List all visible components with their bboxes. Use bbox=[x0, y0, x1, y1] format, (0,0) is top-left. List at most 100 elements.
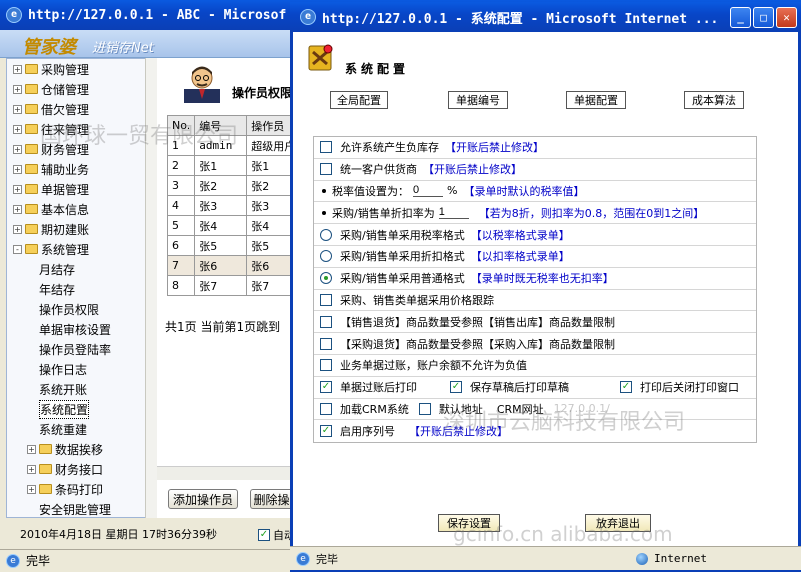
save-settings-button[interactable]: 保存设置 bbox=[438, 514, 500, 532]
expand-icon[interactable]: + bbox=[13, 124, 22, 134]
table-row[interactable]: 1 admin 超级用户 bbox=[166, 135, 301, 156]
expand-icon[interactable]: + bbox=[27, 484, 36, 494]
tab-bill-config[interactable]: 单据配置 bbox=[566, 91, 626, 109]
nav-item[interactable]: 操作员登陆率 bbox=[39, 339, 111, 359]
nav-item[interactable]: 操作员权限 bbox=[39, 299, 99, 319]
option-row[interactable]: 统一客户供货商 【开账后禁止修改】 bbox=[314, 159, 756, 181]
nav-item[interactable]: 系统重建 bbox=[39, 419, 87, 439]
radio-icon[interactable] bbox=[320, 228, 332, 241]
system-config-icon bbox=[308, 44, 333, 71]
option-row[interactable]: 允许系统产生负库存 【开账后禁止修改】 bbox=[314, 137, 756, 159]
nav-item[interactable]: + 期初建账 bbox=[13, 219, 89, 239]
table-cell: 张1 bbox=[194, 155, 248, 176]
nav-item[interactable]: 单据审核设置 bbox=[39, 319, 111, 339]
checkbox-icon[interactable]: ✓ bbox=[620, 381, 632, 394]
tab-bill-number[interactable]: 单据编号 bbox=[448, 91, 508, 109]
default-address-label: 默认地址 bbox=[438, 402, 483, 416]
popup-status-text: 完毕 bbox=[316, 552, 338, 566]
table-row[interactable]: 6 张5 张5 bbox=[166, 235, 301, 256]
add-operator-button[interactable]: 添加操作员 bbox=[168, 489, 238, 509]
delete-operator-button[interactable]: 删除操 bbox=[250, 489, 292, 509]
expand-icon[interactable]: + bbox=[13, 184, 22, 194]
checkbox-icon[interactable] bbox=[320, 402, 332, 415]
checkbox-icon[interactable]: ✓ bbox=[450, 381, 462, 394]
nav-item[interactable]: + 条码打印 bbox=[27, 479, 103, 499]
expand-icon[interactable]: + bbox=[27, 464, 36, 474]
checkbox-icon[interactable] bbox=[320, 293, 332, 306]
nav-item[interactable]: + 往来管理 bbox=[13, 119, 89, 139]
nav-item[interactable]: - 系统管理 bbox=[13, 239, 89, 259]
option-row[interactable]: 采购/销售单采用税率格式 【以税率格式录单】 bbox=[314, 224, 756, 246]
checkbox-icon[interactable]: ✓ bbox=[320, 425, 332, 438]
serial-row[interactable]: ✓ 启用序列号 【开账后禁止修改】 bbox=[314, 420, 756, 442]
radio-icon[interactable] bbox=[320, 250, 332, 263]
crm-row[interactable]: 加载CRM系统 默认地址 CRM网址 127.0.0.1/ bbox=[314, 399, 756, 421]
option-row[interactable]: 【采购退货】商品数量受参照【采购入库】商品数量限制 bbox=[314, 333, 756, 355]
option-value-input[interactable] bbox=[438, 206, 469, 220]
nav-item[interactable]: + 单据管理 bbox=[13, 179, 89, 199]
option-row[interactable]: 采购/销售单采用折扣格式 【以扣率格式录单】 bbox=[314, 246, 756, 268]
expand-icon[interactable]: - bbox=[13, 244, 22, 254]
serial-hint: 【开账后禁止修改】 bbox=[409, 425, 508, 439]
checkbox-icon[interactable] bbox=[418, 402, 431, 415]
cancel-exit-button[interactable]: 放弃退出 bbox=[585, 514, 651, 532]
expand-icon[interactable]: + bbox=[13, 84, 22, 94]
nav-item[interactable]: + 数据挨移 bbox=[27, 439, 103, 459]
table-row[interactable]: 2 张1 张1 bbox=[166, 155, 301, 176]
table-row[interactable]: 7 张6 张6 bbox=[166, 255, 301, 276]
expand-icon[interactable]: + bbox=[13, 204, 22, 214]
option-row[interactable]: 【销售退货】商品数量受参照【销售出库】商品数量限制 bbox=[314, 311, 756, 334]
nav-item[interactable]: + 财务接口 bbox=[27, 459, 103, 479]
checkbox-icon[interactable] bbox=[320, 163, 332, 176]
nav-item[interactable]: + 采购管理 bbox=[13, 59, 89, 79]
maximize-button[interactable]: □ bbox=[753, 7, 774, 28]
nav-item[interactable]: 系统开账 bbox=[39, 379, 87, 399]
expand-icon[interactable]: + bbox=[13, 144, 22, 154]
nav-item[interactable]: 安全钥匙管理 bbox=[39, 499, 111, 517]
option-row[interactable]: 采购/销售单折扣率为 【若为8折，则扣率为0.8，范围在0到1之间】 bbox=[314, 202, 756, 225]
nav-item[interactable]: 月结存 bbox=[39, 259, 75, 279]
nav-item[interactable]: + 基本信息 bbox=[13, 199, 89, 219]
checkbox-icon[interactable]: ✓ bbox=[320, 381, 332, 394]
crm-url-value[interactable]: 127.0.0.1/ bbox=[554, 402, 610, 415]
print-option[interactable]: ✓ 单据过账后打印 bbox=[320, 379, 417, 395]
nav-item[interactable]: + 辅助业务 bbox=[13, 159, 89, 179]
option-row[interactable]: 业务单据过账，账户余额不允许为负值 bbox=[314, 355, 756, 377]
tab-cost-algorithm[interactable]: 成本算法 bbox=[684, 91, 744, 109]
close-button[interactable]: ✕ bbox=[776, 7, 797, 28]
option-value-input[interactable] bbox=[413, 184, 443, 198]
nav-item[interactable]: 系统配置 bbox=[39, 399, 90, 419]
print-option[interactable]: ✓ 打印后关闭打印窗口 bbox=[620, 379, 739, 395]
expand-icon[interactable]: + bbox=[13, 224, 22, 234]
nav-item[interactable]: 操作日志 bbox=[39, 359, 87, 379]
expand-icon[interactable]: + bbox=[13, 164, 22, 174]
table-row[interactable]: 5 张4 张4 bbox=[166, 215, 301, 236]
option-row[interactable]: 税率值设置为：% 【录单时默认的税率值】 bbox=[314, 181, 756, 203]
option-row[interactable]: 采购、销售类单据采用价格跟踪 bbox=[314, 290, 756, 312]
default-address-option[interactable]: 默认地址 bbox=[418, 401, 483, 417]
expand-icon[interactable]: + bbox=[13, 64, 22, 74]
popup-title-bar[interactable]: e http://127.0.0.1 - 系统配置 - Microsoft In… bbox=[290, 2, 801, 32]
tab-global-config[interactable]: 全局配置 bbox=[330, 91, 388, 109]
expand-icon[interactable]: + bbox=[13, 104, 22, 114]
checkbox-icon[interactable] bbox=[320, 141, 332, 154]
nav-item[interactable]: + 财务管理 bbox=[13, 139, 89, 159]
expand-icon[interactable]: + bbox=[27, 444, 36, 454]
checkbox-icon[interactable] bbox=[320, 359, 332, 372]
table-row[interactable]: 4 张3 张3 bbox=[166, 195, 301, 216]
nav-item[interactable]: 年结存 bbox=[39, 279, 75, 299]
minimize-button[interactable]: _ bbox=[730, 7, 751, 28]
table-cell: 1 bbox=[166, 135, 196, 156]
checkbox-icon[interactable] bbox=[320, 315, 332, 328]
main-hscrollbar[interactable] bbox=[157, 466, 292, 480]
nav-scrollbar[interactable] bbox=[145, 58, 157, 518]
table-row[interactable]: 8 张7 张7 bbox=[166, 275, 301, 296]
print-option[interactable]: ✓ 保存草稿后打印草稿 bbox=[450, 379, 569, 395]
option-row[interactable]: 采购/销售单采用普通格式 【录单时既无税率也无扣率】 bbox=[314, 268, 756, 290]
nav-item[interactable]: + 仓储管理 bbox=[13, 79, 89, 99]
checkbox-icon[interactable] bbox=[320, 337, 332, 350]
table-row[interactable]: 3 张2 张2 bbox=[166, 175, 301, 196]
radio-icon[interactable] bbox=[320, 272, 332, 285]
page-icon: e bbox=[6, 553, 20, 568]
nav-item[interactable]: + 借欠管理 bbox=[13, 99, 89, 119]
